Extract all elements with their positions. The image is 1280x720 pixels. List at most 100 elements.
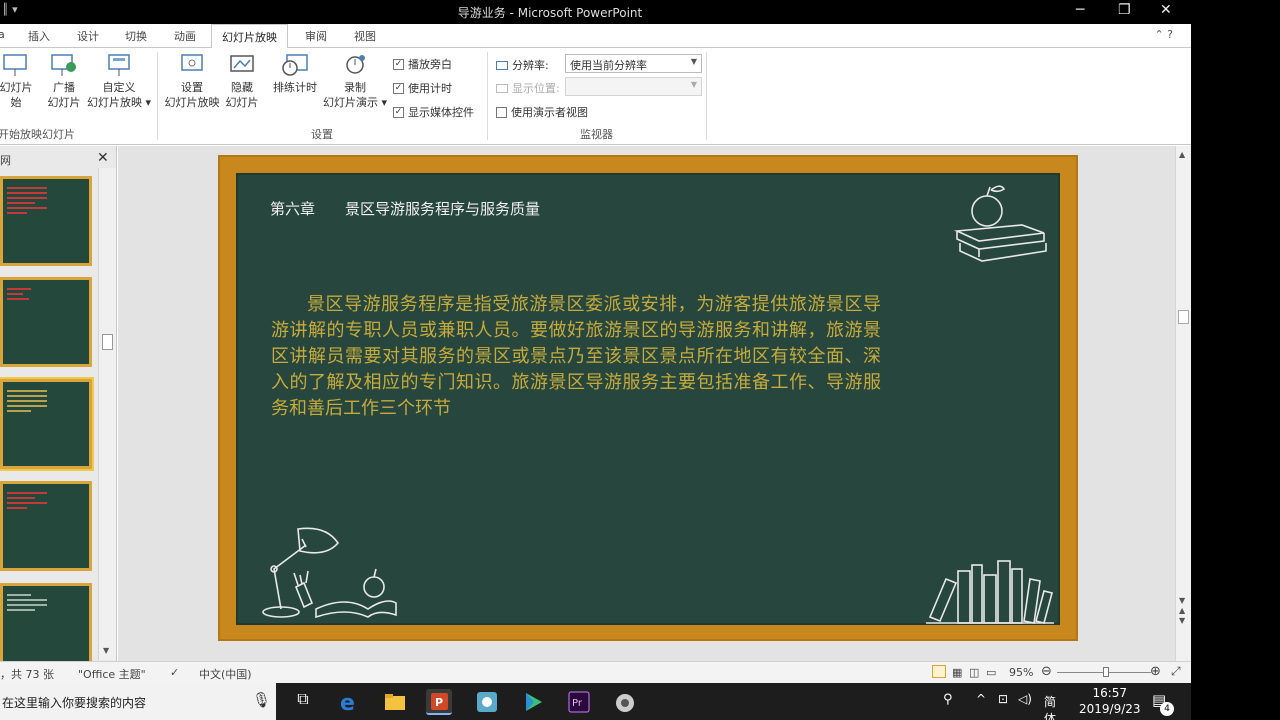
monitor-icon <box>496 60 508 70</box>
scroll-up-icon[interactable]: ▲ <box>1179 150 1185 159</box>
powerpoint-taskbar-icon[interactable]: P <box>426 689 452 715</box>
group-label-start: 开始放映幻灯片 <box>0 128 75 141</box>
scroll-down-icon[interactable]: ▼ <box>103 646 109 655</box>
close-icon[interactable]: ✕ <box>97 150 109 166</box>
tab-slideshow[interactable]: 幻灯片放映 <box>211 24 288 49</box>
slide-thumbnail[interactable] <box>0 176 92 266</box>
clock-date: 2019/9/23 <box>1079 702 1141 716</box>
tab-insert[interactable]: 插入 <box>28 28 50 44</box>
slide[interactable]: 第六章 景区导游服务程序与服务质量 景区导游服务程序是指受旅游景区委派或安排，为… <box>218 155 1078 641</box>
slide-thumbnail[interactable] <box>0 277 92 367</box>
tab-outline[interactable]: 网 <box>0 152 11 168</box>
setup-slideshow-button[interactable]: 设置 幻灯片放映 <box>162 52 222 110</box>
minimize-button[interactable]: ─ <box>1076 2 1084 18</box>
premiere-icon[interactable]: Pr <box>566 689 592 715</box>
theme-name[interactable]: "Office 主题" <box>78 666 146 682</box>
play-narrations-checkbox[interactable]: ✓ 播放旁白 <box>393 56 452 72</box>
edge-browser-icon[interactable]: e <box>336 689 362 716</box>
slide-count: ，共 73 张 <box>0 668 54 681</box>
tab-view[interactable]: 视图 <box>354 28 376 44</box>
chalkboard: 第六章 景区导游服务程序与服务质量 景区导游服务程序是指受旅游景区委派或安排，为… <box>236 173 1060 625</box>
tab-file-partial[interactable]: a <box>0 28 5 41</box>
normal-view-icon[interactable] <box>932 665 946 678</box>
resolution-dropdown[interactable]: 使用当前分辨率 ▼ <box>565 54 702 73</box>
chevron-down-icon: ▼ <box>690 57 697 66</box>
zoom-level[interactable]: 95% <box>1009 666 1033 679</box>
resolution-label: 分辨率: <box>496 57 549 73</box>
task-view-icon[interactable]: ⧉ <box>290 689 316 715</box>
fit-to-window-icon[interactable]: ⤢ <box>1171 664 1181 679</box>
slideshow-start-icon <box>2 52 30 78</box>
from-beginning-button[interactable]: 幻灯片 始 <box>0 52 38 110</box>
app-icon[interactable] <box>474 689 500 715</box>
close-button[interactable]: ✕ <box>1160 2 1172 18</box>
microphone-icon[interactable]: 🎙 <box>252 691 271 709</box>
help-icon[interactable]: ⌃ ? <box>1154 28 1173 41</box>
use-timings-checkbox[interactable]: ✓ 使用计时 <box>393 80 452 96</box>
input-method[interactable]: 简体 <box>1044 693 1056 720</box>
panel-scrollbar[interactable]: ▼ <box>98 168 116 660</box>
svg-text:Pr: Pr <box>572 698 583 709</box>
title-bar: ║ ▾ 导游业务 - Microsoft PowerPoint ─ ❐ ✕ <box>0 0 1191 24</box>
volume-icon[interactable]: ◁) <box>1018 692 1032 706</box>
scroll-down-icon[interactable]: ▼ ▲ ▼ <box>1179 596 1185 626</box>
zoom-slider-thumb[interactable] <box>1102 667 1109 677</box>
record-label-2: 幻灯片演示 ▾ <box>322 96 388 109</box>
books-apple-icon <box>953 185 1047 262</box>
spellcheck-icon[interactable]: ✓ <box>170 666 179 679</box>
tab-design[interactable]: 设计 <box>77 28 99 44</box>
record-label: 录制 <box>344 81 366 94</box>
zoom-out-icon[interactable]: ⊖ <box>1041 664 1052 679</box>
zoom-in-icon[interactable]: ⊕ <box>1150 664 1161 679</box>
broadcast-label-2: 幻灯片 <box>47 96 81 109</box>
checkbox-unchecked-icon <box>496 106 507 118</box>
media-player-icon[interactable] <box>520 689 546 715</box>
network-icon[interactable]: ⊡ <box>998 692 1008 706</box>
slide-thumbnail-current[interactable] <box>0 377 94 471</box>
scroll-thumb[interactable] <box>1178 310 1189 324</box>
checkbox-checked-icon: ✓ <box>393 106 404 118</box>
record-slideshow-button[interactable]: 录制 幻灯片演示 ▾ <box>322 52 388 110</box>
desk-lamp-icon <box>262 527 397 619</box>
slide-thumbnail[interactable] <box>0 583 92 673</box>
chapter-title[interactable]: 第六章 景区导游服务程序与服务质量 <box>270 198 540 219</box>
checkbox-checked-icon: ✓ <box>393 58 404 70</box>
tab-animations[interactable]: 动画 <box>174 28 196 44</box>
slideshow-view-icon[interactable]: ▭ <box>986 666 996 679</box>
chevron-up-icon[interactable]: ^ <box>976 692 986 706</box>
rehearse-timings-button[interactable]: 排练计时 <box>270 52 320 95</box>
hide-slide-button[interactable]: 隐藏 幻灯片 <box>222 52 262 110</box>
restore-button[interactable]: ❐ <box>1118 2 1131 18</box>
show-on-dropdown[interactable]: ▼ <box>565 77 702 96</box>
slide-thumbnail[interactable] <box>0 481 92 571</box>
setup-slideshow-icon <box>178 52 206 78</box>
people-icon[interactable]: ⚲ <box>943 692 953 707</box>
show-media-controls-checkbox[interactable]: ✓ 显示媒体控件 <box>393 104 474 120</box>
zoom-slider[interactable] <box>1057 667 1151 677</box>
tab-review[interactable]: 审阅 <box>305 28 327 44</box>
play-narrations-label: 播放旁白 <box>408 58 452 71</box>
custom-slideshow-icon <box>105 52 133 78</box>
presenter-view-checkbox[interactable]: 使用演示者视图 <box>496 104 588 120</box>
stopwatch-icon <box>281 52 309 78</box>
scroll-thumb[interactable] <box>102 334 113 350</box>
tab-transitions[interactable]: 切换 <box>125 28 147 44</box>
setup-label-2: 幻灯片放映 <box>164 96 220 109</box>
custom-slideshow-button[interactable]: 自定义 幻灯片放映 ▾ <box>86 52 152 110</box>
slide-body-text[interactable]: 景区导游服务程序是指受旅游景区委派或安排，为游客提供旅游景区导游讲解的专职人员或… <box>271 292 881 422</box>
slide-sorter-icon[interactable]: ▦ <box>952 666 962 679</box>
language[interactable]: 中文(中国) <box>199 666 252 682</box>
clock-time: 16:57 <box>1092 686 1128 700</box>
hide-slide-icon <box>228 52 256 78</box>
file-explorer-icon[interactable] <box>382 689 408 715</box>
custom-slideshow-label-2: 幻灯片放映 ▾ <box>86 96 152 109</box>
vertical-scrollbar[interactable]: ▲ ▼ ▲ ▼ <box>1175 146 1191 661</box>
taskbar-search-box[interactable]: 在这里输入你要搜索的内容 🎙 <box>0 683 276 720</box>
svg-text:P: P <box>435 696 443 709</box>
svg-text:e: e <box>340 691 355 715</box>
reading-view-icon[interactable]: ◫ <box>969 666 979 679</box>
broadcast-button[interactable]: 广播 幻灯片 <box>44 52 84 110</box>
group-label-setup: 设置 <box>311 128 333 141</box>
clock[interactable]: 16:57 2019/9/23 <box>1079 685 1141 717</box>
app-icon[interactable] <box>612 689 638 715</box>
